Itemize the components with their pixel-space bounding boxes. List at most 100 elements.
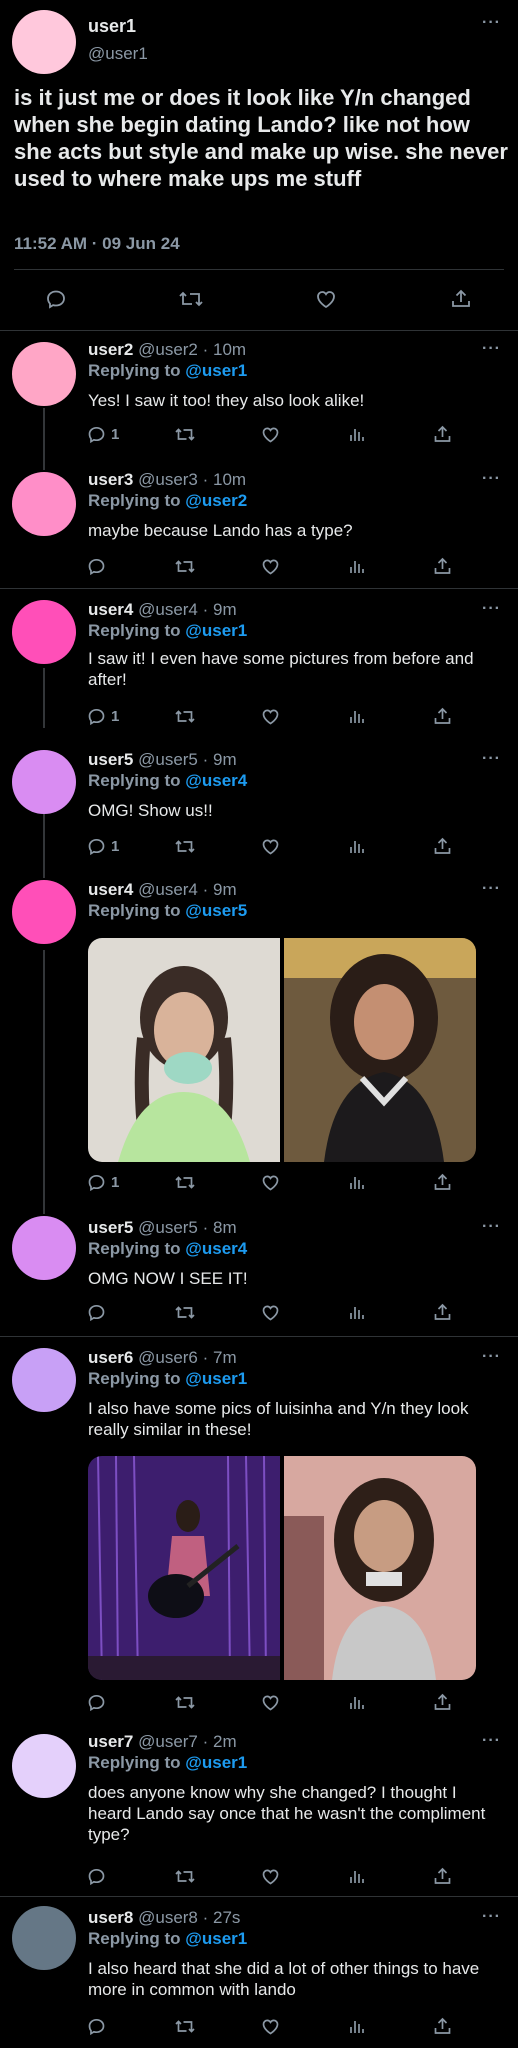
mention-link[interactable]: @user1: [185, 1753, 247, 1772]
like-button[interactable]: [260, 1866, 281, 1887]
analytics-button[interactable]: [346, 1866, 367, 1887]
author-name[interactable]: user7: [88, 1732, 133, 1751]
avatar[interactable]: [12, 1906, 76, 1970]
mention-link[interactable]: @user1: [185, 1369, 247, 1388]
share-button[interactable]: [432, 556, 453, 577]
share-button[interactable]: [432, 1866, 453, 1887]
avatar[interactable]: [12, 1216, 76, 1280]
tweet-timestamp[interactable]: 11:52 AM · 09 Jun 24: [14, 234, 180, 254]
retweet-button[interactable]: [174, 556, 195, 577]
like-button[interactable]: [260, 556, 281, 577]
analytics-button[interactable]: [346, 1302, 367, 1323]
like-button[interactable]: [260, 1172, 281, 1193]
photo[interactable]: [88, 938, 280, 1162]
share-button[interactable]: [432, 836, 453, 857]
avatar[interactable]: [12, 10, 76, 74]
comment-button[interactable]: [86, 2016, 107, 2037]
avatar[interactable]: [12, 880, 76, 944]
retweet-button[interactable]: [174, 424, 195, 445]
reply-author[interactable]: user4 @user4 · 9m: [88, 600, 237, 620]
like-button[interactable]: [260, 424, 281, 445]
more-icon[interactable]: ···: [482, 1218, 501, 1236]
more-icon[interactable]: ···: [482, 750, 501, 768]
retweet-button[interactable]: [174, 1172, 195, 1193]
author-name[interactable]: user3: [88, 470, 133, 489]
analytics-button[interactable]: [346, 556, 367, 577]
reply-author[interactable]: user6 @user6 · 7m: [88, 1348, 237, 1368]
reply-author[interactable]: user5 @user5 · 9m: [88, 750, 237, 770]
avatar[interactable]: [12, 600, 76, 664]
more-icon[interactable]: ···: [482, 880, 501, 898]
share-button[interactable]: [432, 424, 453, 445]
mention-link[interactable]: @user5: [185, 901, 247, 920]
retweet-button[interactable]: [174, 706, 195, 727]
mention-link[interactable]: @user1: [185, 621, 247, 640]
author-name[interactable]: user5: [88, 1218, 133, 1237]
reply-author[interactable]: user2 @user2 · 10m: [88, 340, 246, 360]
author-name[interactable]: user2: [88, 340, 133, 359]
like-button[interactable]: [260, 1692, 281, 1713]
mention-link[interactable]: @user4: [185, 1239, 247, 1258]
photo[interactable]: [284, 938, 476, 1162]
more-icon[interactable]: ···: [482, 1908, 501, 1926]
share-button[interactable]: [432, 1172, 453, 1193]
more-icon[interactable]: ···: [482, 1348, 501, 1366]
photo[interactable]: [88, 1456, 280, 1680]
analytics-button[interactable]: [346, 424, 367, 445]
mention-link[interactable]: @user1: [185, 1929, 247, 1948]
share-button[interactable]: [432, 706, 453, 727]
more-icon[interactable]: ···: [482, 470, 501, 488]
comment-button[interactable]: [86, 1692, 107, 1713]
avatar[interactable]: [12, 342, 76, 406]
like-button[interactable]: [260, 836, 281, 857]
author-name[interactable]: user5: [88, 750, 133, 769]
comment-button[interactable]: [44, 287, 68, 311]
like-button[interactable]: [260, 706, 281, 727]
comment-button[interactable]: [86, 1866, 107, 1887]
photo[interactable]: [284, 1456, 476, 1680]
author-name[interactable]: user8: [88, 1908, 133, 1927]
more-icon[interactable]: ···: [482, 340, 501, 358]
like-button[interactable]: [314, 287, 338, 311]
comment-button[interactable]: 1: [86, 836, 119, 857]
reply-author[interactable]: user7 @user7 · 2m: [88, 1732, 237, 1752]
comment-button[interactable]: [86, 1302, 107, 1323]
share-button[interactable]: [432, 1302, 453, 1323]
reply-author[interactable]: user8 @user8 · 27s: [88, 1908, 240, 1928]
author-name[interactable]: user4: [88, 880, 133, 899]
analytics-button[interactable]: [346, 836, 367, 857]
retweet-button[interactable]: [174, 1302, 195, 1323]
retweet-button[interactable]: [174, 2016, 195, 2037]
avatar[interactable]: [12, 472, 76, 536]
avatar[interactable]: [12, 1734, 76, 1798]
comment-button[interactable]: 1: [86, 706, 119, 727]
author-name[interactable]: user4: [88, 600, 133, 619]
reply-author[interactable]: user5 @user5 · 8m: [88, 1218, 237, 1238]
reply-author[interactable]: user3 @user3 · 10m: [88, 470, 246, 490]
more-icon[interactable]: ···: [482, 600, 501, 618]
retweet-button[interactable]: [174, 1866, 195, 1887]
share-button[interactable]: [449, 287, 473, 311]
mention-link[interactable]: @user2: [185, 491, 247, 510]
avatar[interactable]: [12, 1348, 76, 1412]
share-button[interactable]: [432, 2016, 453, 2037]
retweet-button[interactable]: [174, 1692, 195, 1713]
author-name[interactable]: user1: [88, 16, 136, 37]
reply-author[interactable]: user4 @user4 · 9m: [88, 880, 237, 900]
mention-link[interactable]: @user1: [185, 361, 247, 380]
author-name[interactable]: user6: [88, 1348, 133, 1367]
analytics-button[interactable]: [346, 2016, 367, 2037]
analytics-button[interactable]: [346, 1172, 367, 1193]
comment-button[interactable]: [86, 556, 107, 577]
analytics-button[interactable]: [346, 706, 367, 727]
share-button[interactable]: [432, 1692, 453, 1713]
reply-tweet[interactable]: user4 @user4 · 9m ··· Replying to @user5: [0, 872, 518, 1210]
like-button[interactable]: [260, 1302, 281, 1323]
mention-link[interactable]: @user4: [185, 771, 247, 790]
analytics-button[interactable]: [346, 1692, 367, 1713]
comment-button[interactable]: 1: [86, 1172, 119, 1193]
retweet-button[interactable]: [174, 836, 195, 857]
author-handle[interactable]: @user1: [88, 44, 148, 64]
more-icon[interactable]: ···: [482, 1732, 501, 1750]
comment-button[interactable]: 1: [86, 424, 119, 445]
